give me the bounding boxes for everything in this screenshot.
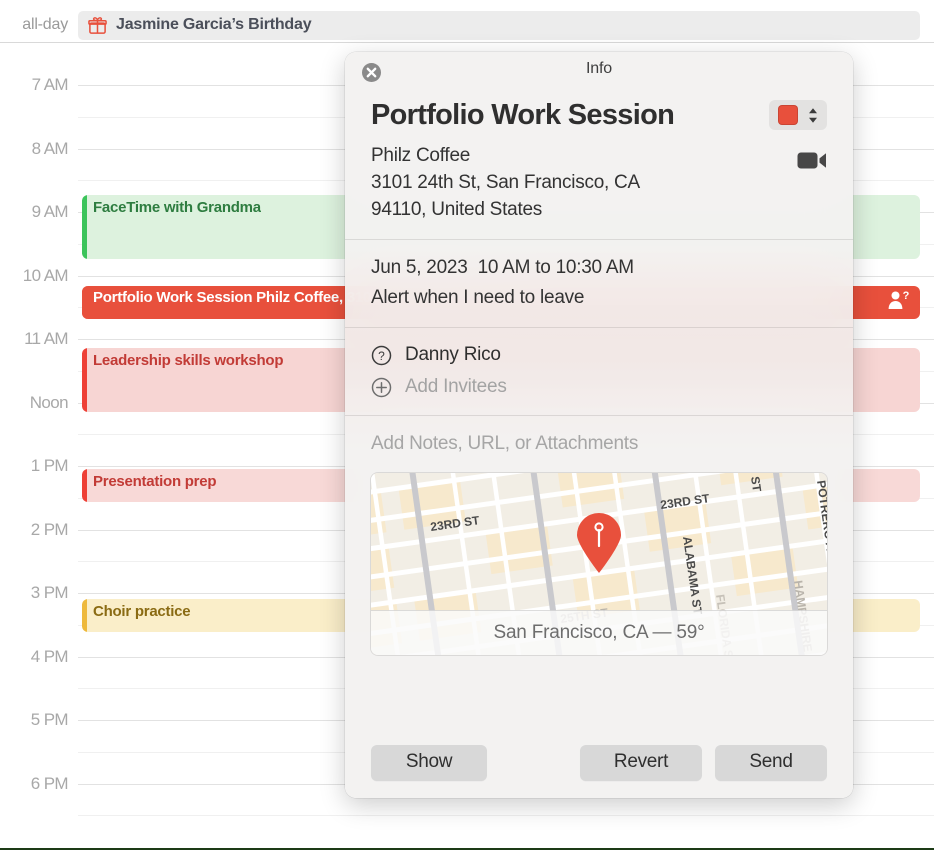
video-camera-icon[interactable]	[797, 150, 827, 171]
all-day-row: all-day Jasmine Garcia’s Birthday	[0, 8, 934, 43]
hour-label: 9 AM	[31, 202, 69, 221]
calendar-color-picker[interactable]	[769, 100, 827, 130]
map-pin-icon	[577, 513, 621, 573]
location-map[interactable]: 23RD ST 23RD ST 25TH ST ALABAMA ST FLORI…	[371, 473, 827, 655]
calendar-day-view: all-day Jasmine Garcia’s Birthday 7 AM 8 …	[0, 0, 934, 850]
invitee-name: Danny Rico	[405, 344, 501, 365]
popover-footer: Show Revert Send	[345, 745, 853, 781]
location-text[interactable]: Philz Coffee 3101 24th St, San Francisco…	[371, 142, 640, 223]
location-name: Philz Coffee	[371, 145, 471, 166]
hour-label: Noon	[29, 392, 69, 412]
event-title-field[interactable]: Portfolio Work Session	[371, 96, 675, 134]
event-title: Leadership skills workshop	[93, 352, 284, 369]
calendar-color-swatch	[778, 105, 798, 125]
location-block[interactable]: Philz Coffee 3101 24th St, San Francisco…	[371, 134, 827, 239]
all-day-event-birthday[interactable]: Jasmine Garcia’s Birthday	[78, 10, 920, 40]
svg-text:?: ?	[903, 290, 910, 302]
popover-title: Info	[586, 60, 612, 77]
map-street-label: ST	[748, 475, 764, 493]
location-line-2: 3101 24th St, San Francisco, CA	[371, 172, 640, 193]
plus-circle-icon	[371, 377, 392, 397]
invitees-section: ? Danny Rico Add Invitees	[345, 328, 853, 415]
revert-button[interactable]: Revert	[580, 745, 702, 781]
gift-icon	[88, 16, 107, 34]
chevron-up-down-icon	[809, 107, 817, 123]
show-button[interactable]: Show	[371, 745, 487, 781]
question-circle-icon: ?	[371, 345, 392, 365]
notes-input[interactable]: Add Notes, URL, or Attachments	[371, 433, 827, 455]
event-color-bar	[82, 195, 87, 259]
hour-label: 4 PM	[30, 646, 69, 666]
hour-gutter: 7 AM 8 AM 9 AM 10 AM 11 AM Noon 1 PM 2 PM 3 PM 4 …	[0, 43, 78, 850]
hour-label: 5 PM	[30, 710, 69, 729]
event-info-popover: Info Portfolio Work Session Philz Coffee…	[345, 52, 853, 798]
location-line-3: 94110, United States	[371, 199, 543, 220]
map-footer: San Francisco, CA — 59°	[371, 610, 827, 655]
hour-label: 3 PM	[30, 583, 69, 602]
map-location-weather: San Francisco, CA — 59°	[493, 622, 705, 643]
notes-section: Add Notes, URL, or Attachments	[345, 416, 853, 464]
hour-label: 2 PM	[30, 519, 69, 539]
event-datetime-row[interactable]: Jun 5, 2023 10 AM to 10:30 AM	[371, 253, 827, 283]
invitee-row[interactable]: ? Danny Rico	[371, 339, 827, 371]
popover-header-section: Portfolio Work Session Philz Coffee 3101…	[345, 92, 853, 239]
add-invitees-label: Add Invitees	[405, 376, 507, 397]
hour-label: 1 PM	[30, 456, 69, 475]
popover-titlebar: Info	[345, 52, 853, 92]
svg-text:?: ?	[378, 349, 385, 363]
event-color-bar	[82, 286, 87, 319]
all-day-label: all-day	[22, 16, 68, 33]
event-alert[interactable]: Alert when I need to leave	[371, 283, 827, 313]
hour-label: 10 AM	[22, 265, 69, 285]
hour-label: 11 AM	[24, 329, 69, 348]
event-title: FaceTime with Grandma	[93, 199, 261, 216]
event-time-range: 10 AM to 10:30 AM	[477, 257, 635, 278]
all-day-event-title: Jasmine Garcia’s Birthday	[116, 16, 312, 33]
hour-label: 6 PM	[30, 773, 69, 793]
event-color-bar	[82, 599, 87, 632]
half-hour-gridline	[78, 815, 934, 817]
send-button[interactable]: Send	[715, 745, 827, 781]
event-title: Presentation prep	[93, 473, 217, 490]
person-question-icon: ?	[888, 290, 910, 309]
hour-label: 7 AM	[31, 75, 69, 94]
add-invitees-row[interactable]: Add Invitees	[371, 371, 827, 403]
when-section: Jun 5, 2023 10 AM to 10:30 AM Alert when …	[345, 240, 853, 327]
event-title: Choir practice	[93, 603, 191, 620]
event-color-bar	[82, 348, 87, 412]
hour-label: 8 AM	[31, 138, 69, 158]
event-color-bar	[82, 469, 87, 502]
event-date: Jun 5, 2023	[371, 257, 468, 278]
